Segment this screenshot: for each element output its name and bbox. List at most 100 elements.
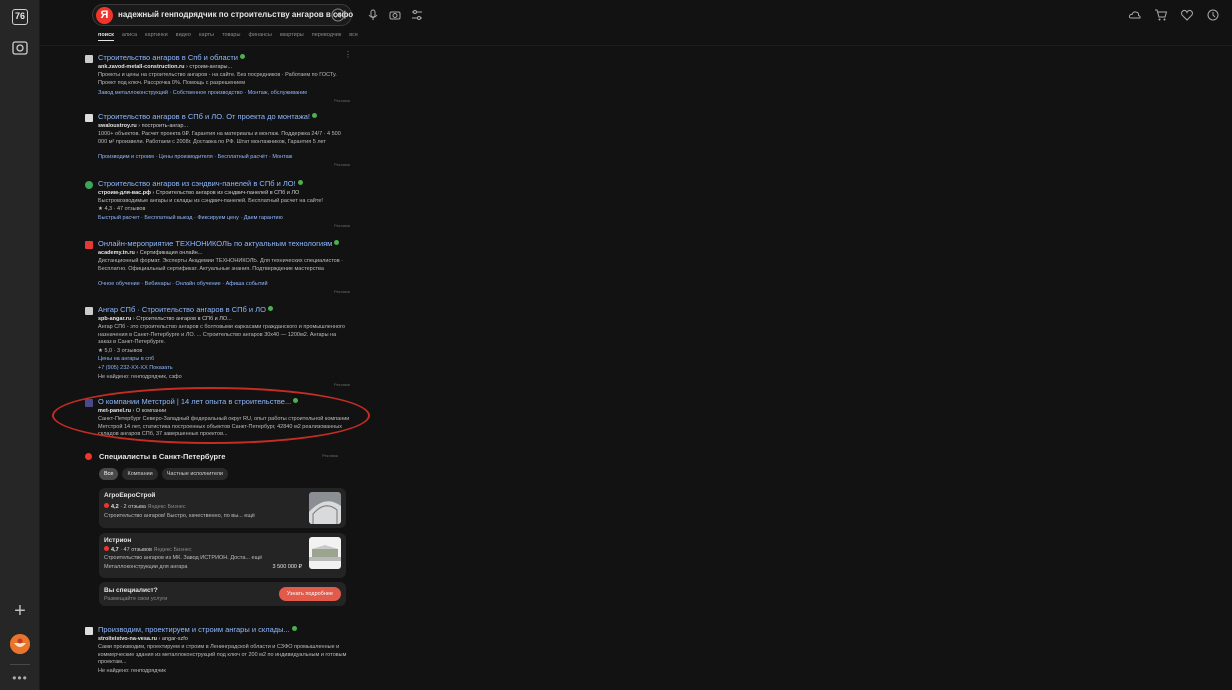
tab-finance[interactable]: финансы bbox=[248, 32, 271, 41]
phone-link[interactable]: +7 (905) 232-XX-XX Показать bbox=[98, 365, 173, 371]
result-title[interactable]: Производим, проектируем и строим ангары … bbox=[98, 625, 297, 634]
search-result: Онлайн-мероприятие ТЕХНОНИКОЛЬ по актуал… bbox=[85, 239, 360, 299]
search-input[interactable]: Я надежный генподрядчик по строительству… bbox=[92, 4, 353, 26]
add-panel-button[interactable]: + bbox=[10, 601, 30, 621]
microphone-icon[interactable] bbox=[366, 8, 380, 22]
site-favicon bbox=[85, 55, 93, 63]
yandex-services-icon bbox=[85, 453, 92, 460]
hangar-photo bbox=[309, 537, 341, 569]
chip-companies[interactable]: Компании bbox=[122, 468, 158, 480]
verified-icon bbox=[334, 240, 340, 245]
tab-search[interactable]: поиск bbox=[98, 32, 114, 41]
result-url[interactable]: stroiteistvo-na-vesa.ru › angar-szfo bbox=[98, 636, 188, 642]
ad-label: Реклама bbox=[333, 223, 350, 228]
site-favicon bbox=[85, 181, 93, 189]
tab-goods[interactable]: товары bbox=[222, 32, 240, 41]
filters-icon[interactable] bbox=[410, 8, 424, 22]
specialist-description: Строительство ангаров! Быстро, качествен… bbox=[104, 513, 255, 519]
highlight-oval bbox=[52, 387, 370, 444]
result-title[interactable]: Строительство ангаров в СПб и ЛО. От про… bbox=[98, 112, 317, 121]
chip-individuals[interactable]: Частные исполнители bbox=[161, 468, 228, 480]
verified-icon bbox=[291, 626, 297, 631]
site-favicon bbox=[85, 307, 93, 315]
avatar-icon bbox=[10, 634, 30, 654]
verified-icon bbox=[297, 180, 303, 185]
ad-label: Реклама bbox=[333, 98, 350, 103]
search-result: Производим, проектируем и строим ангары … bbox=[85, 625, 360, 685]
result-sitelinks[interactable]: Производим и строим · Цены производителя… bbox=[98, 154, 292, 160]
search-result: Строительство ангаров из сэндвич-панелей… bbox=[85, 179, 360, 239]
rating[interactable]: ★ 5,0 · 3 отзывов bbox=[98, 348, 142, 354]
result-title[interactable]: Онлайн-мероприятие ТЕХНОНИКОЛЬ по актуал… bbox=[98, 239, 340, 248]
specialist-description: Строительство ангаров из МК. Завод ИСТРИ… bbox=[104, 555, 263, 561]
chip-all[interactable]: Все bbox=[99, 468, 119, 480]
verified-icon bbox=[312, 113, 317, 118]
result-snippet: Проекты и цены на строительство ангаров … bbox=[98, 72, 337, 86]
clear-icon[interactable] bbox=[331, 8, 345, 22]
tabs-count-badge[interactable]: 76 bbox=[12, 9, 28, 25]
service-name: Металлоконструкции для ангара bbox=[104, 564, 188, 570]
result-snippet: Быстровозводимые ангары и склады из сэнд… bbox=[98, 198, 323, 204]
result-sitelinks[interactable]: Цены на ангары в спб bbox=[98, 356, 154, 362]
heart-icon[interactable] bbox=[1180, 8, 1194, 22]
result-title[interactable]: Строительство ангаров в Спб и области bbox=[98, 53, 245, 62]
more-button[interactable]: ••• bbox=[10, 671, 30, 685]
tab-maps[interactable]: карты bbox=[199, 32, 214, 41]
specialist-name[interactable]: АгроЕвроСтрой bbox=[104, 492, 155, 499]
missing-terms: Не найдено: генподрядчик bbox=[98, 668, 166, 674]
tab-images[interactable]: картинки bbox=[145, 32, 168, 41]
history-icon[interactable] bbox=[1206, 8, 1220, 22]
site-favicon bbox=[85, 114, 93, 122]
specialist-cta: Вы специалист? Размещайте свои услуги Уз… bbox=[99, 582, 346, 606]
browser-sidebar: 76 + ••• bbox=[0, 0, 40, 690]
result-snippet: Дистанционный формат. Эксперты Академии … bbox=[98, 258, 343, 272]
result-url[interactable]: ank.zavod-metall-construction.ru › строи… bbox=[98, 64, 232, 70]
tab-alice[interactable]: алиса bbox=[122, 32, 137, 41]
search-tabs: поиск алиса картинки видео карты товары … bbox=[98, 32, 358, 41]
specialists-filters: Все Компании Частные исполнители bbox=[99, 468, 228, 480]
result-sitelinks[interactable]: Завод металлоконструкций · Собственное п… bbox=[98, 90, 307, 96]
search-result: Ангар СПб · Строительство ангаров в СПб … bbox=[85, 305, 360, 387]
tab-video[interactable]: видео bbox=[176, 32, 191, 41]
specialist-rating: 4,7 · 47 отзывов Яндекс Бизнес bbox=[104, 546, 192, 553]
hangar-photo bbox=[309, 492, 341, 524]
site-favicon bbox=[85, 627, 93, 635]
camera-search-icon[interactable] bbox=[388, 8, 402, 22]
ad-label: Реклама bbox=[333, 162, 350, 167]
specialist-card[interactable]: Истрион 4,7 · 47 отзывов Яндекс Бизнес С… bbox=[99, 533, 346, 578]
result-title[interactable]: Ангар СПб · Строительство ангаров в СПб … bbox=[98, 305, 273, 314]
rating-icon bbox=[104, 546, 109, 551]
cta-subtitle: Размещайте свои услуги bbox=[104, 596, 168, 602]
tab-apartments[interactable]: квартиры bbox=[280, 32, 304, 41]
tab-all[interactable]: все bbox=[349, 32, 358, 41]
service-price: 3 500 000 ₽ bbox=[272, 564, 303, 570]
rating[interactable]: ★ 4,3 · 47 отзывов bbox=[98, 206, 145, 212]
search-result: Строительство ангаров в Спб и области an… bbox=[85, 53, 360, 103]
result-url[interactable]: swaloustroy.ru › построить-ангар... bbox=[98, 123, 188, 129]
specialist-rating: 4,2 · 2 отзыва Яндекс Бизнес bbox=[104, 503, 186, 510]
missing-terms: Не найдено: генподрядчик, сзфо bbox=[98, 374, 182, 380]
result-sitelinks[interactable]: Быстрый расчет · Бесплатный выезд · Фикс… bbox=[98, 215, 283, 221]
camera-icon[interactable] bbox=[11, 39, 29, 57]
result-snippet: Сами производим, проектируем и строим в … bbox=[98, 644, 347, 665]
result-url[interactable]: academy.tn.ru › Сертификация онлайн... bbox=[98, 250, 202, 256]
result-title[interactable]: Строительство ангаров из сэндвич-панелей… bbox=[98, 179, 303, 188]
search-query-text[interactable]: надежный генподрядчик по строительству а… bbox=[118, 10, 353, 19]
result-sitelinks[interactable]: Очное обучение · Вебинары · Онлайн обуче… bbox=[98, 281, 268, 287]
yandex-logo[interactable]: Я bbox=[96, 7, 113, 24]
specialists-title[interactable]: Специалисты в Санкт-Петербурге bbox=[99, 452, 225, 461]
weather-icon[interactable] bbox=[1128, 8, 1142, 22]
learn-more-button[interactable]: Узнать подробнее bbox=[278, 587, 341, 601]
result-url[interactable]: spb-angar.ru › Строительство ангаров в С… bbox=[98, 316, 232, 322]
specialist-name[interactable]: Истрион bbox=[104, 537, 131, 544]
result-snippet: Ангар СПб - это строительство ангаров с … bbox=[98, 324, 345, 345]
tab-translator[interactable]: переводчик bbox=[312, 32, 342, 41]
verified-icon bbox=[267, 306, 273, 311]
specialist-card[interactable]: АгроЕвроСтрой 4,2 · 2 отзыва Яндекс Бизн… bbox=[99, 488, 346, 528]
rating-icon bbox=[104, 503, 109, 508]
header-actions bbox=[1128, 8, 1220, 22]
cart-icon[interactable] bbox=[1154, 8, 1168, 22]
result-url[interactable]: строим-для-вас.рф › Строительство ангаро… bbox=[98, 190, 299, 196]
avatar[interactable] bbox=[10, 634, 30, 654]
verified-icon bbox=[240, 54, 245, 59]
